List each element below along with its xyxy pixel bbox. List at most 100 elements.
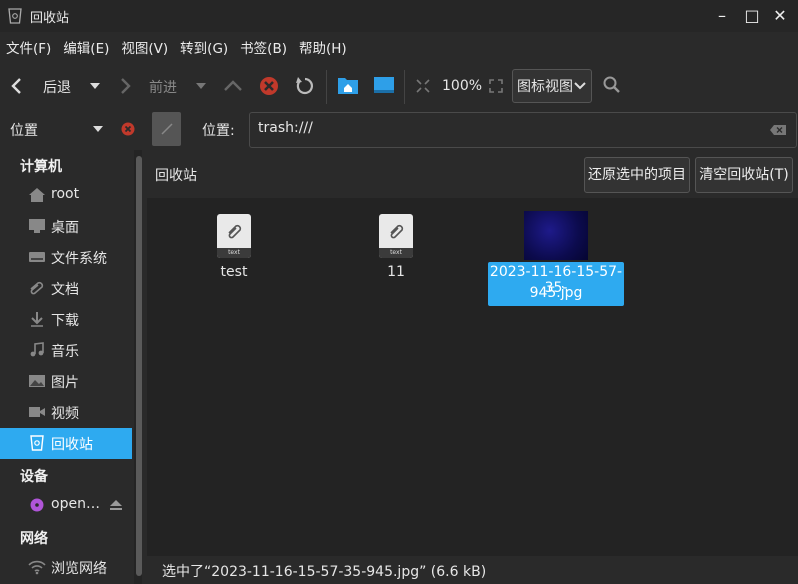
computer-icon[interactable] <box>373 76 395 94</box>
sidebar-item-pictures[interactable]: 图片 <box>0 366 132 397</box>
sidebar: 计算机 root 桌面 文件系统 文档 下载 音乐 图片 视频 回收站 设备 o… <box>0 150 145 584</box>
file-name: test <box>220 264 248 280</box>
location-input[interactable]: trash:/// <box>249 112 797 148</box>
sidebar-heading-network: 网络 <box>20 531 48 547</box>
sidebar-item-label: 回收站 <box>51 437 93 453</box>
menu-view[interactable]: 视图(V) <box>115 36 174 62</box>
file-name-line2: 945.jpg <box>529 285 583 301</box>
wifi-icon <box>28 560 46 575</box>
paperclip-icon <box>228 224 242 239</box>
menu-bar: 文件(F) 编辑(E) 视图(V) 转到(G) 书签(B) 帮助(H) <box>0 36 353 62</box>
sidebar-item-label: root <box>51 186 80 202</box>
file-name-selection: 2023-11-16-15-57-35- 945.jpg <box>488 262 624 306</box>
backspace-icon[interactable] <box>770 125 786 135</box>
home-folder-icon[interactable] <box>337 75 359 95</box>
status-bar: 选中了“2023-11-16-15-57-35-945.jpg” (6.6 kB… <box>147 556 798 584</box>
sidebar-item-downloads[interactable]: 下载 <box>0 304 132 335</box>
back-arrow-icon[interactable] <box>10 77 24 95</box>
pencil-icon <box>161 123 173 135</box>
text-file-icon: text <box>217 214 251 258</box>
trash-header-title: 回收站 <box>155 168 197 184</box>
status-text: 选中了“2023-11-16-15-57-35-945.jpg” (6.6 kB… <box>162 564 487 580</box>
paperclip-icon <box>30 281 44 295</box>
sidebar-item-desktop[interactable]: 桌面 <box>0 211 132 242</box>
restore-selected-button[interactable]: 还原选中的项目 <box>584 157 690 193</box>
window-title: 回收站 <box>30 11 70 26</box>
image-thumbnail <box>524 211 588 260</box>
location-bar: 位置 位置: trash:/// <box>0 110 798 148</box>
toolbar: 后退 前进 100% 图标视图 <box>0 66 798 106</box>
sidebar-item-trash[interactable]: 回收站 <box>0 428 132 459</box>
up-arrow-icon[interactable] <box>223 80 243 92</box>
sidebar-item-music[interactable]: 音乐 <box>0 335 132 366</box>
sidebar-item-label: 视频 <box>51 406 79 422</box>
file-type-tag: text <box>379 248 413 258</box>
close-button[interactable]: ✕ <box>769 5 791 27</box>
sidebar-item-videos[interactable]: 视频 <box>0 397 132 428</box>
clear-location-icon[interactable] <box>121 122 135 136</box>
download-icon <box>31 312 43 327</box>
chevron-down-icon <box>574 82 586 90</box>
file-item-11[interactable]: text 11 <box>357 212 435 288</box>
disc-icon <box>30 498 44 512</box>
back-dropdown-icon[interactable] <box>89 82 101 90</box>
menu-go[interactable]: 转到(G) <box>174 36 234 62</box>
desktop-icon <box>29 219 45 233</box>
title-bar: 回收站 – □ ✕ <box>0 0 798 32</box>
sidebar-item-filesystem[interactable]: 文件系统 <box>0 242 132 273</box>
file-item-jpg[interactable]: 2023-11-16-15-57-35- 945.jpg <box>488 209 624 307</box>
menu-help[interactable]: 帮助(H) <box>293 36 353 62</box>
sidebar-item-label: 浏览网络 <box>51 561 107 577</box>
zoom-in-icon[interactable] <box>489 79 503 93</box>
sidebar-item-label: 音乐 <box>51 344 79 360</box>
file-name: 11 <box>387 264 405 280</box>
paperclip-icon <box>390 224 404 239</box>
sidebar-item-label: 下载 <box>51 313 79 329</box>
toolbar-separator <box>404 70 405 104</box>
toolbar-separator <box>326 70 327 104</box>
zoom-out-icon[interactable] <box>416 79 430 93</box>
edit-location-button[interactable] <box>152 112 181 146</box>
sidebar-item-label: open… <box>51 496 100 512</box>
sidebar-item-label: 文档 <box>51 282 79 298</box>
trash-app-icon <box>8 8 22 24</box>
sidebar-item-label: 文件系统 <box>51 251 107 267</box>
file-item-test[interactable]: text test <box>195 212 273 288</box>
sidebar-item-browse-network[interactable]: 浏览网络 <box>0 552 132 583</box>
sidebar-item-device[interactable]: open… <box>0 490 132 521</box>
music-icon <box>30 342 44 357</box>
zoom-level: 100% <box>442 78 483 94</box>
location-mode-dropdown-icon[interactable] <box>92 125 104 133</box>
sidebar-item-documents[interactable]: 文档 <box>0 273 132 304</box>
sidebar-heading-computer: 计算机 <box>20 159 62 175</box>
eject-icon[interactable] <box>109 499 123 511</box>
home-icon <box>29 188 45 202</box>
sidebar-heading-devices: 设备 <box>20 469 48 485</box>
forward-dropdown-icon[interactable] <box>195 82 207 90</box>
location-mode-select[interactable]: 位置 <box>10 120 38 140</box>
sidebar-item-root[interactable]: root <box>0 180 132 211</box>
sidebar-item-label: 桌面 <box>51 220 79 236</box>
drive-icon <box>29 252 45 262</box>
menu-file[interactable]: 文件(F) <box>0 36 57 62</box>
view-mode-label: 图标视图 <box>517 79 573 95</box>
sidebar-item-label: 图片 <box>51 375 79 391</box>
menu-edit[interactable]: 编辑(E) <box>57 36 115 62</box>
menu-bookmarks[interactable]: 书签(B) <box>234 36 293 62</box>
location-path: trash:/// <box>258 120 313 136</box>
text-file-icon: text <box>379 214 413 258</box>
minimize-button[interactable]: – <box>711 5 733 27</box>
maximize-button[interactable]: □ <box>741 5 763 27</box>
view-mode-select[interactable]: 图标视图 <box>512 69 592 103</box>
search-icon[interactable] <box>603 76 621 94</box>
back-button[interactable]: 后退 <box>43 77 71 97</box>
forward-arrow-icon[interactable] <box>118 77 132 95</box>
empty-trash-button[interactable]: 清空回收站(T) <box>695 157 793 193</box>
reload-icon[interactable] <box>295 76 315 96</box>
file-type-tag: text <box>217 248 251 258</box>
trash-icon <box>30 435 44 451</box>
sidebar-scrollbar-thumb[interactable] <box>136 156 142 576</box>
forward-button[interactable]: 前进 <box>149 77 177 97</box>
stop-icon[interactable] <box>259 76 279 96</box>
location-label: 位置: <box>202 123 235 139</box>
